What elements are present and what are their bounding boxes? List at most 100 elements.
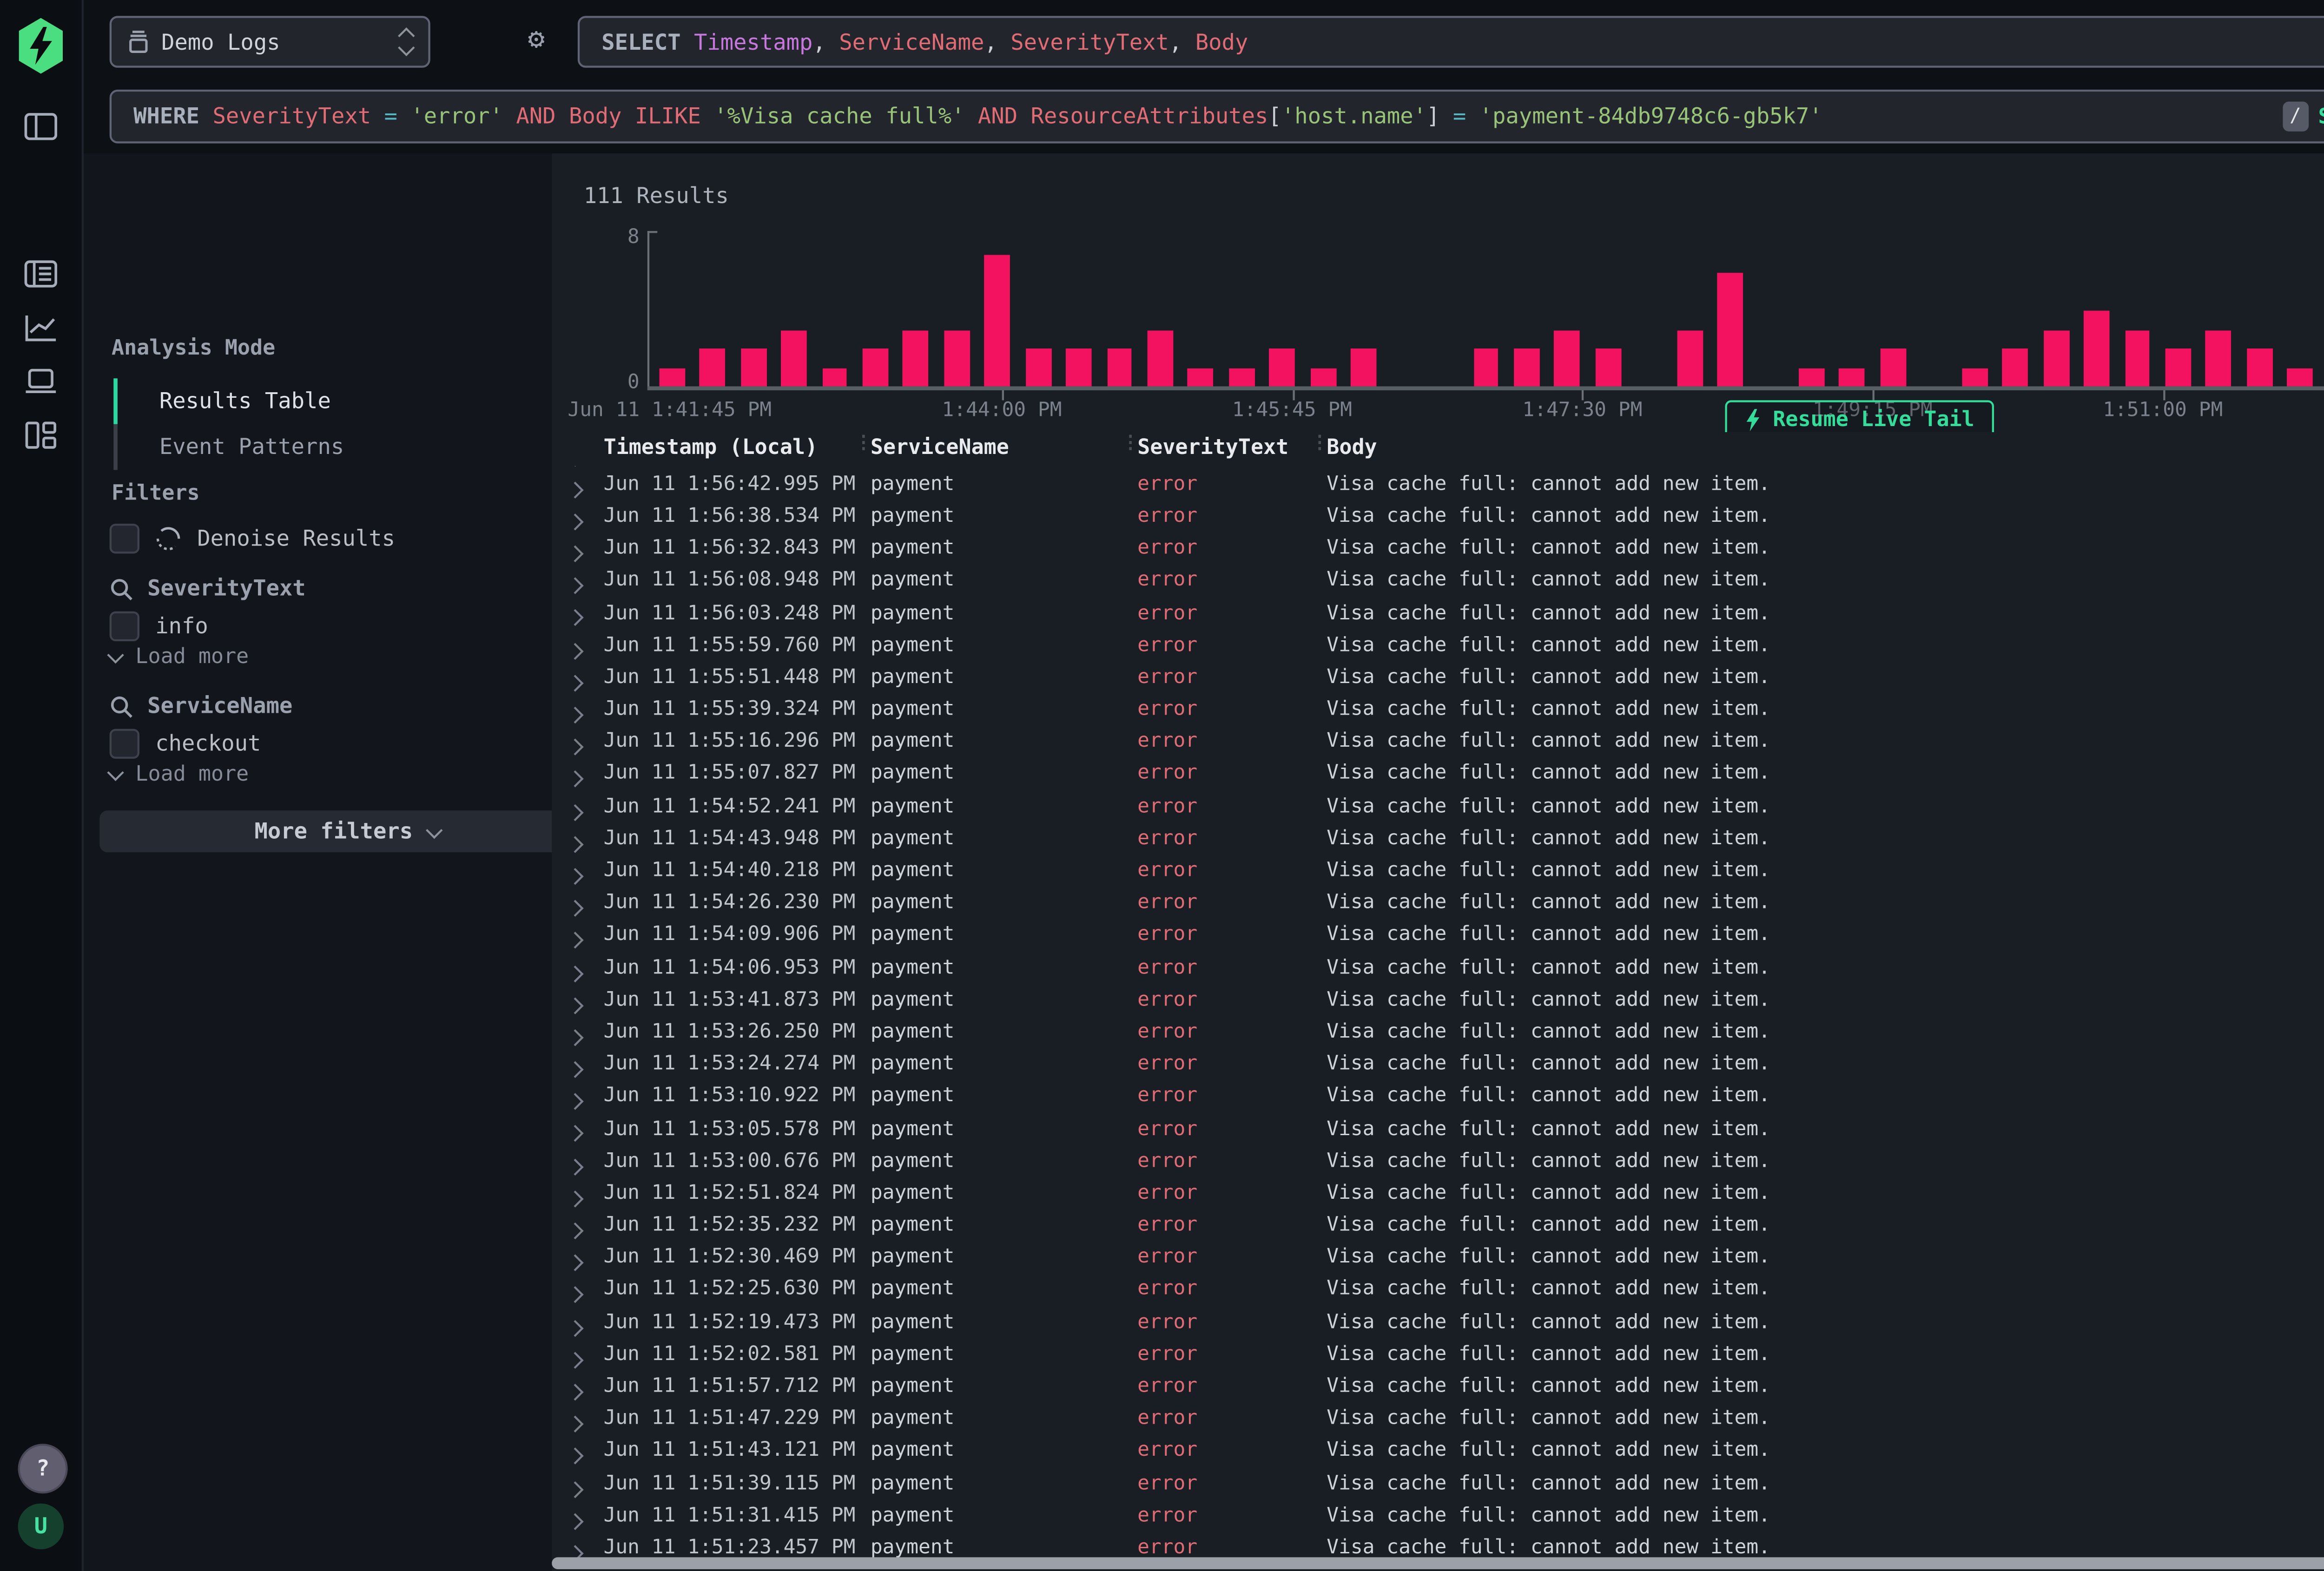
histogram-bar[interactable] xyxy=(1840,368,1865,387)
histogram-slot[interactable] xyxy=(651,235,692,387)
row-expand-chevron[interactable] xyxy=(570,930,581,952)
histogram-bar[interactable] xyxy=(1310,368,1336,387)
row-expand-chevron[interactable] xyxy=(570,1091,581,1112)
histogram-slot[interactable] xyxy=(1588,235,1629,387)
histogram-bar[interactable] xyxy=(1717,273,1743,386)
histogram-bar[interactable] xyxy=(700,348,725,386)
histogram-bar[interactable] xyxy=(944,329,970,386)
histogram-slot[interactable] xyxy=(1832,235,1873,387)
table-row[interactable]: Jun 11 1:56:38.534 PM payment error Visa… xyxy=(552,500,2324,532)
user-avatar[interactable]: U xyxy=(18,1504,64,1550)
dashboards-icon[interactable] xyxy=(24,420,58,454)
table-row[interactable]: Jun 11 1:56:32.843 PM payment error Visa… xyxy=(552,533,2324,565)
histogram-slot[interactable] xyxy=(2239,235,2280,387)
table-row[interactable]: Jun 11 1:51:57.712 PM payment error Visa… xyxy=(552,1371,2324,1403)
table-row[interactable]: Jun 11 1:51:31.415 PM payment error Visa… xyxy=(552,1500,2324,1532)
histogram-slot[interactable] xyxy=(1669,235,1710,387)
app-logo-icon[interactable] xyxy=(16,18,66,74)
row-expand-chevron[interactable] xyxy=(570,897,581,919)
histogram-bar[interactable] xyxy=(1351,348,1377,386)
row-expand-chevron[interactable] xyxy=(570,962,581,984)
row-expand-chevron[interactable] xyxy=(570,1478,581,1499)
source-select[interactable]: Demo Logs xyxy=(110,16,430,67)
table-row[interactable]: Jun 11 1:52:35.232 PM payment error Visa… xyxy=(552,1210,2324,1242)
histogram-bar[interactable] xyxy=(1066,348,1092,386)
histogram-slot[interactable] xyxy=(2158,235,2199,387)
table-row[interactable]: Jun 11 1:56:03.248 PM payment error Visa… xyxy=(552,597,2324,629)
row-expand-chevron[interactable] xyxy=(570,1155,581,1177)
table-row[interactable]: Jun 11 1:55:51.448 PM payment error Visa… xyxy=(552,662,2324,694)
filter-group-severitytext[interactable]: SeverityText xyxy=(110,576,306,602)
histogram-bar[interactable] xyxy=(1799,368,1824,387)
checkbox[interactable] xyxy=(110,611,139,641)
row-expand-chevron[interactable] xyxy=(570,1026,581,1048)
histogram-bar[interactable] xyxy=(863,348,888,386)
col-timestamp[interactable]: Timestamp (Local) xyxy=(604,436,818,460)
table-row[interactable]: Jun 11 1:51:47.229 PM payment error Visa… xyxy=(552,1403,2324,1435)
histogram-slot[interactable] xyxy=(937,235,977,387)
histogram-slot[interactable] xyxy=(1466,235,1506,387)
histogram-slot[interactable] xyxy=(1750,235,1791,387)
histogram-bar[interactable] xyxy=(740,348,766,386)
histogram-slot[interactable] xyxy=(814,235,855,387)
histogram-slot[interactable] xyxy=(896,235,937,387)
row-expand-chevron[interactable] xyxy=(570,575,581,597)
denoise-checkbox[interactable] xyxy=(110,524,139,553)
denoise-results-toggle[interactable]: Denoise Results xyxy=(110,524,395,553)
row-expand-chevron[interactable] xyxy=(570,1510,581,1532)
histogram-slot[interactable] xyxy=(1629,235,1670,387)
row-expand-chevron[interactable] xyxy=(570,801,581,822)
row-expand-chevron[interactable] xyxy=(570,736,581,758)
histogram-bar[interactable] xyxy=(903,329,929,386)
load-more-servicename[interactable]: Load more xyxy=(110,762,249,786)
histogram-slot[interactable] xyxy=(1873,235,1914,387)
histogram-bar[interactable] xyxy=(2084,311,2109,387)
results-histogram[interactable]: 8 0 xyxy=(552,225,2324,432)
filter-option-info[interactable]: info xyxy=(110,611,208,641)
histogram-slot[interactable] xyxy=(1058,235,1099,387)
column-resize-handle[interactable]: ⋮ xyxy=(1122,434,1140,454)
histogram-slot[interactable] xyxy=(2199,235,2239,387)
histogram-slot[interactable] xyxy=(1018,235,1059,387)
row-expand-chevron[interactable] xyxy=(570,607,581,629)
row-expand-chevron[interactable] xyxy=(570,994,581,1016)
row-expand-chevron[interactable] xyxy=(570,478,581,500)
histogram-bar[interactable] xyxy=(781,329,806,386)
table-row[interactable]: Jun 11 1:52:02.581 PM payment error Visa… xyxy=(552,1339,2324,1371)
histogram-slot[interactable] xyxy=(1506,235,1547,387)
sessions-icon[interactable] xyxy=(24,367,58,401)
row-expand-chevron[interactable] xyxy=(570,1123,581,1145)
row-expand-chevron[interactable] xyxy=(570,1058,581,1080)
histogram-bar[interactable] xyxy=(1025,348,1051,386)
row-expand-chevron[interactable] xyxy=(570,1446,581,1467)
histogram-bar[interactable] xyxy=(2206,329,2232,386)
filter-option-checkout[interactable]: checkout xyxy=(110,729,261,759)
row-expand-chevron[interactable] xyxy=(570,543,581,565)
row-expand-chevron[interactable] xyxy=(570,769,581,790)
histogram-bar[interactable] xyxy=(1880,348,1906,386)
histogram-slot[interactable] xyxy=(2117,235,2158,387)
histogram-bar[interactable] xyxy=(659,368,685,387)
row-expand-chevron[interactable] xyxy=(570,865,581,887)
chart-explorer-icon[interactable] xyxy=(24,313,58,347)
histogram-slot[interactable] xyxy=(1995,235,2036,387)
table-row[interactable]: Jun 11 1:53:26.250 PM payment error Visa… xyxy=(552,1016,2324,1048)
histogram-slot[interactable] xyxy=(1181,235,1221,387)
table-row[interactable]: Jun 11 1:53:24.274 PM payment error Visa… xyxy=(552,1049,2324,1081)
histogram-bar[interactable] xyxy=(1269,348,1295,386)
row-expand-chevron[interactable] xyxy=(570,511,581,532)
histogram-bar[interactable] xyxy=(2043,329,2069,386)
row-expand-chevron[interactable] xyxy=(570,1284,581,1306)
histogram-slot[interactable] xyxy=(1710,235,1751,387)
row-expand-chevron[interactable] xyxy=(570,704,581,726)
row-expand-chevron[interactable] xyxy=(570,1381,581,1403)
histogram-slot[interactable] xyxy=(1914,235,1954,387)
histogram-slot[interactable] xyxy=(2076,235,2117,387)
histogram-bar[interactable] xyxy=(2165,348,2191,386)
horizontal-scrollbar-thumb[interactable] xyxy=(552,1557,2324,1569)
select-query-input[interactable]: SELECT Timestamp, ServiceName, SeverityT… xyxy=(578,16,2324,67)
column-resize-handle[interactable]: ⋮ xyxy=(1311,434,1329,454)
table-row[interactable]: Jun 11 1:55:59.760 PM payment error Visa… xyxy=(552,630,2324,662)
histogram-bar[interactable] xyxy=(1677,329,1702,386)
histogram-slot[interactable] xyxy=(733,235,774,387)
